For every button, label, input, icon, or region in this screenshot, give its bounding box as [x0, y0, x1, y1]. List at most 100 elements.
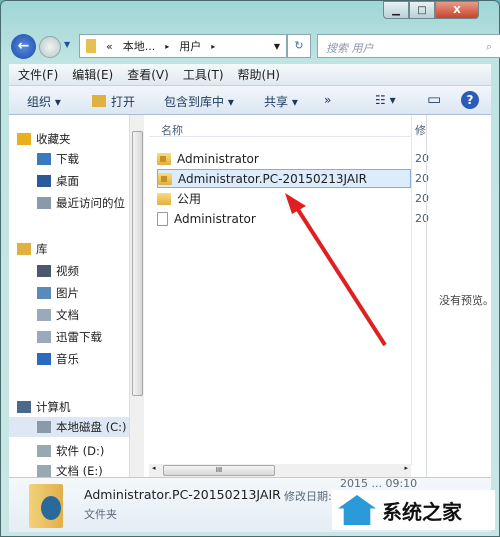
back-button[interactable]: ← — [11, 34, 36, 59]
open-button[interactable]: 打开 — [111, 93, 135, 110]
help-button[interactable]: ? — [461, 91, 479, 109]
search-input[interactable]: 搜索 用户 ⌕ — [317, 34, 500, 58]
preview-pane-button[interactable]: ▭ — [427, 90, 441, 108]
sidebar-item-label: 计算机 — [36, 400, 71, 414]
no-preview-text: 没有预览。 — [439, 294, 494, 307]
sidebar-item-label: 本地磁盘 (C:) — [56, 420, 127, 434]
sidebar-item-label: 图片 — [56, 286, 79, 300]
caption-buttons: ▁ □ X — [383, 1, 479, 19]
file-row[interactable]: 公用 — [157, 189, 411, 208]
sidebar-item-label: 音乐 — [56, 352, 79, 366]
share-button[interactable]: 共享 ▾ — [264, 93, 298, 110]
menu-edit[interactable]: 编辑(E) — [72, 66, 113, 83]
more-commands-button[interactable]: » — [324, 93, 331, 107]
column-modified: 修 20 20 20 20 — [411, 115, 429, 465]
video-icon — [37, 265, 51, 277]
breadcrumb-local-disk[interactable]: 本地... — [123, 38, 156, 54]
forward-button[interactable] — [39, 36, 61, 58]
folder-icon — [86, 39, 96, 53]
file-icon — [157, 211, 168, 226]
column-header-name[interactable]: 名称 — [149, 115, 411, 137]
menu-help[interactable]: 帮助(H) — [238, 66, 280, 83]
open-icon — [92, 95, 106, 107]
close-button[interactable]: X — [435, 1, 479, 19]
sidebar-item-label: 库 — [36, 242, 48, 256]
scrollbar-thumb[interactable] — [132, 131, 143, 396]
file-list: 名称 Administrator Administrator.PC-2015021… — [149, 115, 411, 465]
sidebar-item[interactable]: 库 — [9, 239, 48, 259]
address-dropdown-icon[interactable]: ▼ — [274, 42, 280, 51]
menu-view[interactable]: 查看(V) — [127, 66, 169, 83]
date-label: 修改日期: — [284, 490, 332, 503]
drive-icon — [37, 421, 51, 433]
desktop-icon — [37, 175, 51, 187]
file-name: Administrator — [177, 151, 259, 166]
drive-icon — [37, 445, 51, 457]
selected-item-name: Administrator.PC-20150213JAIR — [84, 487, 281, 502]
star-icon — [17, 133, 31, 145]
explorer-window: ▁ □ X ← ▼ « 本地... ▸ 用户 ▸ ▼ ↻ 搜索 用户 ⌕ 文件(… — [0, 0, 500, 537]
thunder-download-icon — [37, 331, 51, 343]
preview-pane: 没有预览。 — [426, 115, 494, 477]
watermark: 系统之家 — [332, 490, 495, 530]
selected-item-type: 文件夹 — [84, 508, 117, 521]
sidebar-item[interactable]: 图片 — [9, 283, 79, 303]
download-folder-icon — [37, 153, 51, 165]
sidebar-item[interactable]: 音乐 — [9, 349, 79, 369]
sidebar-item[interactable]: 计算机 — [9, 397, 71, 417]
sidebar-item[interactable]: 迅雷下载 — [9, 327, 102, 347]
horizontal-scrollbar[interactable]: ◂ III ▸ — [149, 464, 411, 477]
drive-icon — [37, 465, 51, 477]
views-button[interactable]: ☷ ▾ — [375, 93, 396, 107]
sidebar-item[interactable]: 下载 — [9, 149, 79, 169]
breadcrumb-separator[interactable]: ▸ — [165, 42, 169, 51]
locked-folder-icon — [157, 152, 171, 165]
pictures-icon — [37, 287, 51, 299]
modified-date-value: 2015 ... 09:10 — [340, 477, 418, 490]
address-bar[interactable]: « 本地... ▸ 用户 ▸ ▼ — [79, 34, 287, 58]
sidebar-item[interactable]: 视频 — [9, 261, 79, 281]
recent-places-icon — [37, 197, 51, 209]
refresh-button[interactable]: ↻ — [287, 34, 311, 58]
include-in-library-button[interactable]: 包含到库中 ▾ — [164, 93, 234, 110]
sidebar-item-label: 下载 — [56, 152, 79, 166]
folder-icon — [157, 192, 171, 205]
file-name: Administrator.PC-20150213JAIR — [178, 171, 367, 186]
sidebar-item-label: 文档 — [56, 308, 79, 322]
documents-icon — [37, 309, 51, 321]
menu-bar: 文件(F) 编辑(E) 查看(V) 工具(T) 帮助(H) — [9, 64, 491, 86]
file-row[interactable]: Administrator — [157, 209, 411, 228]
folder-thumbnail-icon — [29, 484, 63, 528]
organize-button[interactable]: 组织 ▾ — [27, 93, 61, 110]
scrollbar-thumb[interactable]: III — [163, 465, 275, 476]
sidebar-item[interactable]: 最近访问的位 — [9, 193, 125, 213]
library-icon — [17, 243, 31, 255]
file-row[interactable]: Administrator.PC-20150213JAIR — [157, 169, 411, 188]
column-header-modified[interactable]: 修 — [415, 122, 426, 138]
sidebar-item[interactable]: 桌面 — [9, 171, 79, 191]
minimize-button[interactable]: ▁ — [383, 1, 409, 19]
sidebar-item-label: 迅雷下载 — [56, 330, 102, 344]
search-icon[interactable]: ⌕ — [486, 40, 492, 53]
menu-tools[interactable]: 工具(T) — [183, 66, 224, 83]
navigation-scrollbar[interactable] — [129, 115, 144, 477]
sidebar-item-label: 桌面 — [56, 174, 79, 188]
sidebar-item[interactable]: 收藏夹 — [9, 129, 71, 149]
sidebar-item-label: 文档 (E:) — [56, 464, 103, 477]
sidebar-item[interactable]: 文档 (E:) — [9, 461, 103, 477]
content-area: 收藏夹下载桌面最近访问的位库视频图片文档迅雷下载音乐计算机本地磁盘 (C:) 软件… — [9, 115, 494, 477]
breadcrumb-overflow[interactable]: « — [106, 40, 113, 53]
history-dropdown-icon[interactable]: ▼ — [64, 40, 70, 49]
sidebar-item[interactable]: 本地磁盘 (C:) — [9, 417, 129, 437]
file-name: 公用 — [177, 192, 202, 206]
navigation-pane: 收藏夹下载桌面最近访问的位库视频图片文档迅雷下载音乐计算机本地磁盘 (C:) 软件… — [9, 115, 129, 477]
breadcrumb-users[interactable]: 用户 — [179, 38, 201, 54]
breadcrumb-separator[interactable]: ▸ — [211, 42, 215, 51]
sidebar-item[interactable]: 文档 — [9, 305, 79, 325]
sidebar-item-label: 软件 (D:) — [56, 444, 105, 458]
file-row[interactable]: Administrator — [157, 149, 411, 168]
sidebar-item[interactable]: 软件 (D:) — [9, 441, 104, 461]
menu-file[interactable]: 文件(F) — [18, 66, 58, 83]
locked-folder-icon — [158, 172, 172, 185]
maximize-button[interactable]: □ — [409, 1, 435, 19]
